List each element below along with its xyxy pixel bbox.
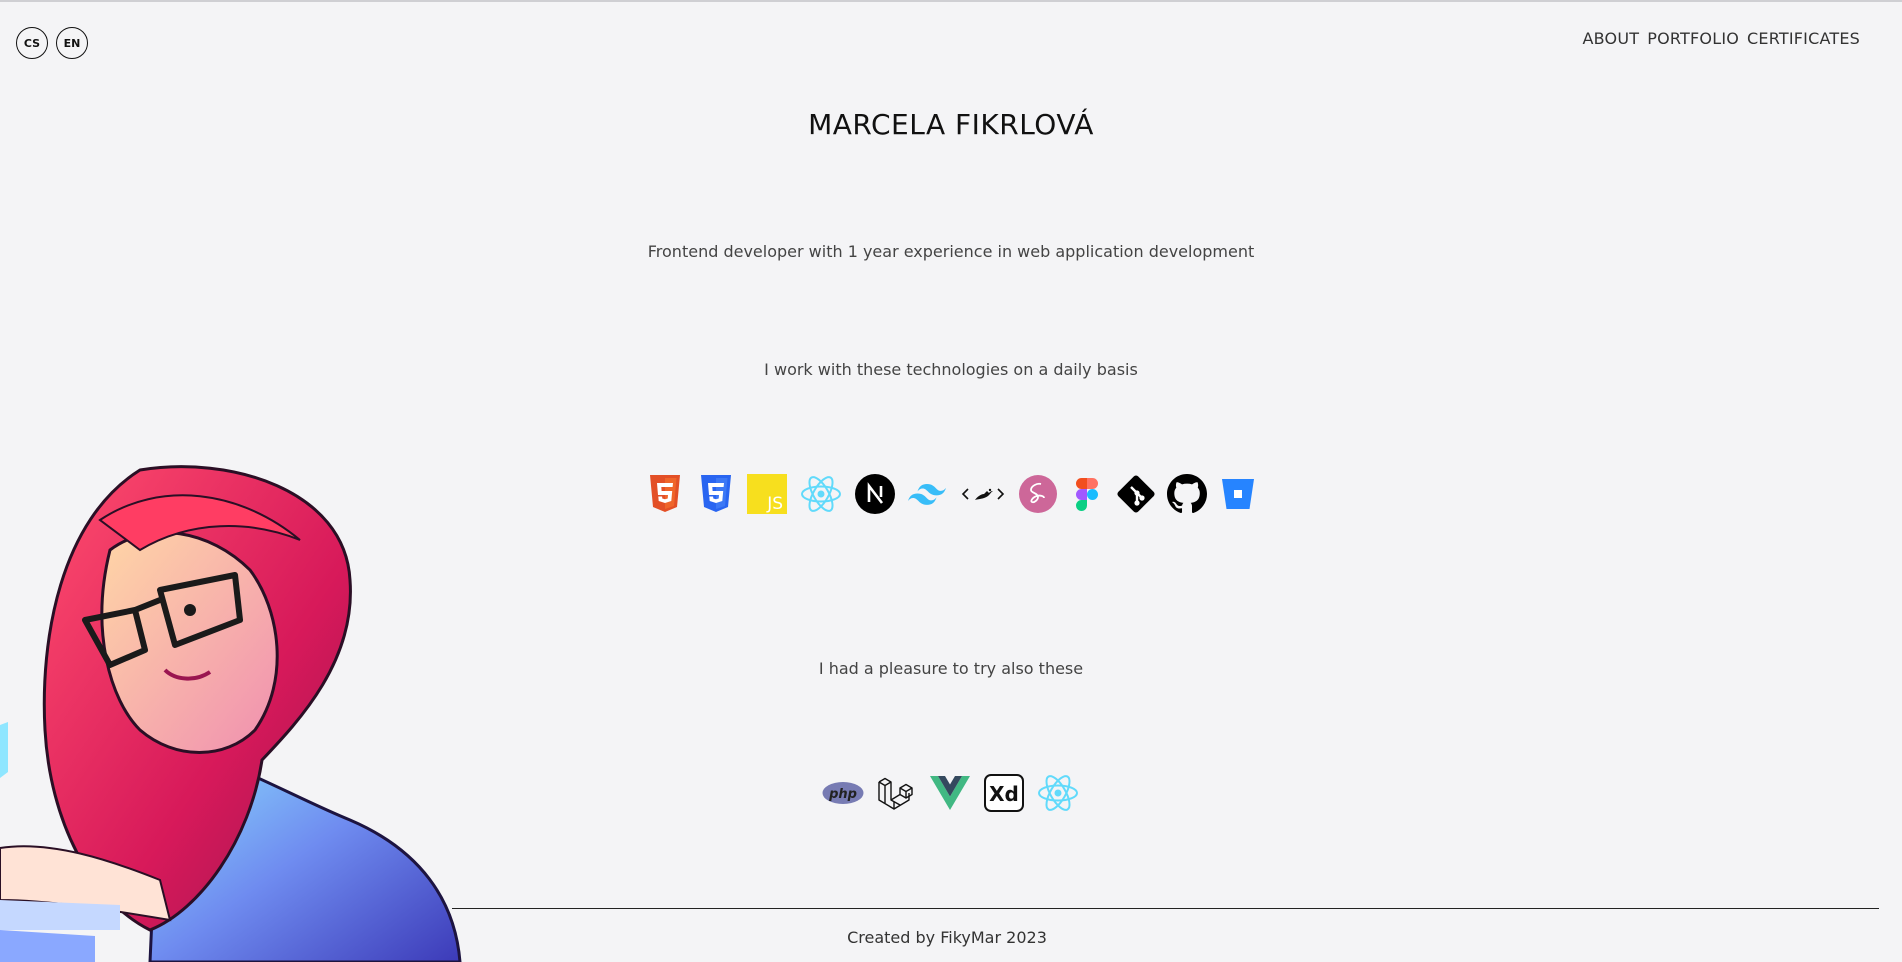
github-icon xyxy=(1166,474,1207,514)
portrait-illustration xyxy=(0,465,462,962)
git-icon xyxy=(1116,474,1156,514)
react-icon xyxy=(798,474,844,514)
react-native-icon xyxy=(1036,773,1080,813)
php-icon-label: php xyxy=(828,787,857,802)
adobe-xd-icon: Xd xyxy=(984,773,1024,813)
css3-icon xyxy=(696,474,736,514)
tailwind-icon xyxy=(906,474,948,514)
tagline: Frontend developer with 1 year experienc… xyxy=(647,242,1255,261)
php-icon: php xyxy=(822,773,864,813)
html5-icon xyxy=(645,474,685,514)
nav-about-link[interactable]: ABOUT xyxy=(1583,29,1640,48)
lang-cs-button[interactable]: CS xyxy=(16,27,48,59)
javascript-icon: JS xyxy=(746,474,787,514)
footer-divider xyxy=(452,908,1879,909)
figma-icon xyxy=(1069,474,1105,514)
footer-credit: Created by FikyMar 2023 xyxy=(847,928,1047,947)
vue-icon xyxy=(928,773,972,813)
main-nav: ABOUT PORTFOLIO CERTIFICATES xyxy=(1583,29,1860,48)
top-border xyxy=(0,0,1902,2)
adobe-xd-icon-label: Xd xyxy=(989,782,1019,806)
language-switcher: CS EN xyxy=(16,27,88,59)
styled-components-icon xyxy=(959,474,1007,514)
sass-icon xyxy=(1018,474,1058,514)
nextjs-icon xyxy=(854,474,895,514)
bitbucket-icon xyxy=(1218,474,1258,514)
lang-en-button[interactable]: EN xyxy=(56,27,88,59)
page-title: MARCELA FIKRLOVÁ xyxy=(808,108,1094,141)
nav-certificates-link[interactable]: CERTIFICATES xyxy=(1747,29,1860,48)
laravel-icon xyxy=(876,773,916,813)
nav-portfolio-link[interactable]: PORTFOLIO xyxy=(1647,29,1739,48)
daily-tech-heading: I work with these technologies on a dail… xyxy=(764,360,1138,379)
javascript-icon-label: JS xyxy=(766,494,783,514)
